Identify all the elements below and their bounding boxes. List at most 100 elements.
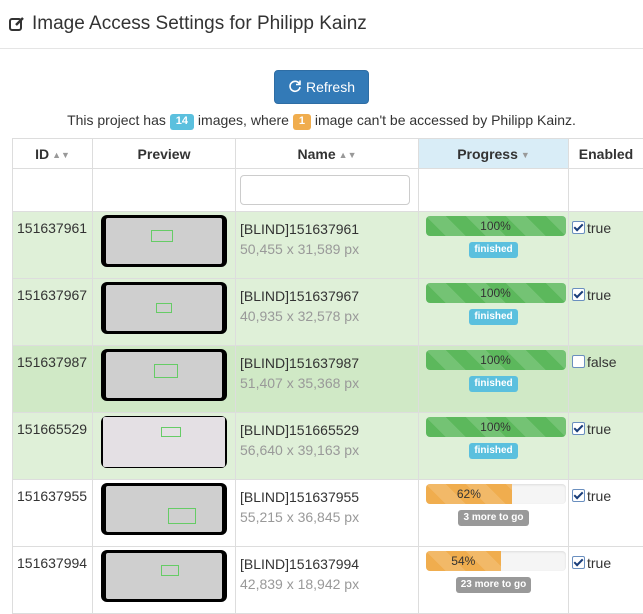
thumbnail-image[interactable] [101,215,227,267]
table-row[interactable]: 151637955[BLIND]15163795555,215 x 36,845… [13,480,643,547]
row-preview [93,413,236,480]
edit-icon [8,15,26,33]
row-name-cell: [BLIND]15163795555,215 x 36,845 px [236,480,419,547]
image-count-badge: 14 [170,114,194,130]
row-progress: 100% finished [419,279,569,346]
table-row[interactable]: 151665529 [BLIND]15166552956,640 x 39,163… [13,413,643,480]
row-enabled: false [569,346,643,413]
row-enabled: true [569,413,643,480]
column-header-progress[interactable]: Progress▼ [419,139,569,169]
refresh-icon [288,79,302,96]
thumbnail-image[interactable] [101,416,227,468]
page-title: Image Access Settings for Philipp Kainz [32,13,367,35]
progress-bar: 62% [426,484,566,504]
column-header-id[interactable]: ID▲▼ [13,139,93,169]
summary-text: This project has 14 images, where 1 imag… [0,110,643,130]
row-name: [BLIND]151637994 [240,554,418,574]
row-progress: 62% 3 more to go [419,480,569,547]
row-enabled: true [569,480,643,547]
table-row[interactable]: 151637994 [BLIND]15163799442,839 x 18,942… [13,547,643,614]
row-progress: 54%23 more to go [419,547,569,614]
progress-bar: 54% [426,551,566,571]
column-header-enabled[interactable]: Enabled [569,139,643,169]
row-name-cell: [BLIND]15163796740,935 x 32,578 px [236,279,419,346]
progress-bar: 100% [426,350,566,370]
enabled-checkbox[interactable] [572,355,585,368]
status-label: finished [469,443,517,459]
status-label: finished [469,376,517,392]
row-id: 151637994 [13,547,93,614]
progress-fill: 54% [426,551,502,571]
progress-fill: 100% [426,417,566,437]
row-enabled: true [569,547,643,614]
enabled-checkbox[interactable] [572,556,585,569]
summary-suffix: image can't be accessed by Philipp Kainz… [315,112,576,128]
progress-bar: 100% [426,417,566,437]
toolbar: Refresh [0,70,643,104]
row-id: 151637961 [13,212,93,279]
row-name-cell: [BLIND]15166552956,640 x 39,163 px [236,413,419,480]
row-name-cell: [BLIND]15163799442,839 x 18,942 px [236,547,419,614]
row-id: 151637987 [13,346,93,413]
enabled-value: true [587,488,611,504]
enabled-checkbox[interactable] [572,422,585,435]
row-name: [BLIND]151637955 [240,487,418,507]
name-filter-input[interactable] [240,175,410,205]
sort-icon: ▲▼ [339,150,357,160]
row-preview [93,279,236,346]
thumbnail-image[interactable] [101,550,227,602]
progress-fill: 62% [426,484,513,504]
thumbnail-image[interactable] [101,282,227,334]
enabled-checkbox[interactable] [572,221,585,234]
row-dimensions: 50,455 x 31,589 px [240,239,418,259]
progress-fill: 100% [426,350,566,370]
row-name-cell: [BLIND]15163796150,455 x 31,589 px [236,212,419,279]
progress-fill: 100% [426,283,566,303]
filter-row [13,169,643,212]
enabled-value: true [587,421,611,437]
enabled-value: true [587,220,611,236]
row-dimensions: 40,935 x 32,578 px [240,306,418,326]
row-name: [BLIND]151637987 [240,353,418,373]
row-preview [93,212,236,279]
status-label: finished [469,309,517,325]
sort-icon: ▲▼ [52,150,70,160]
row-enabled: true [569,212,643,279]
progress-bar: 100% [426,283,566,303]
row-name-cell: [BLIND]15163798751,407 x 35,368 px [236,346,419,413]
summary-prefix: This project has [67,112,166,128]
enabled-value: true [587,555,611,571]
thumbnail-image[interactable] [101,349,227,401]
row-enabled: true [569,279,643,346]
image-table: ID▲▼ Preview Name▲▼ Progress▼ Enabled 15… [12,138,643,614]
status-label: 3 more to go [458,510,528,526]
progress-fill: 100% [426,216,566,236]
row-id: 151665529 [13,413,93,480]
progress-bar: 100% [426,216,566,236]
row-name: [BLIND]151637961 [240,219,418,239]
row-progress: 100% finished [419,413,569,480]
table-row[interactable]: 151637967 [BLIND]15163796740,935 x 32,578… [13,279,643,346]
table-row[interactable]: 151637961 [BLIND]15163796150,455 x 31,589… [13,212,643,279]
row-dimensions: 42,839 x 18,942 px [240,574,418,594]
row-name: [BLIND]151637967 [240,286,418,306]
row-progress: 100% finished [419,212,569,279]
enabled-checkbox[interactable] [572,489,585,502]
thumbnail-image[interactable] [101,483,227,535]
enabled-value: false [587,354,617,370]
row-id: 151637967 [13,279,93,346]
row-dimensions: 55,215 x 36,845 px [240,507,418,527]
table-row[interactable]: 151637987 [BLIND]15163798751,407 x 35,368… [13,346,643,413]
row-preview [93,547,236,614]
column-header-name[interactable]: Name▲▼ [236,139,419,169]
status-label: finished [469,242,517,258]
row-dimensions: 51,407 x 35,368 px [240,373,418,393]
row-preview [93,480,236,547]
refresh-button[interactable]: Refresh [274,70,369,104]
row-dimensions: 56,640 x 39,163 px [240,440,418,460]
row-name: [BLIND]151665529 [240,420,418,440]
sort-desc-icon: ▼ [521,150,530,160]
enabled-value: true [587,287,611,303]
blocked-count-badge: 1 [293,114,311,130]
enabled-checkbox[interactable] [572,288,585,301]
